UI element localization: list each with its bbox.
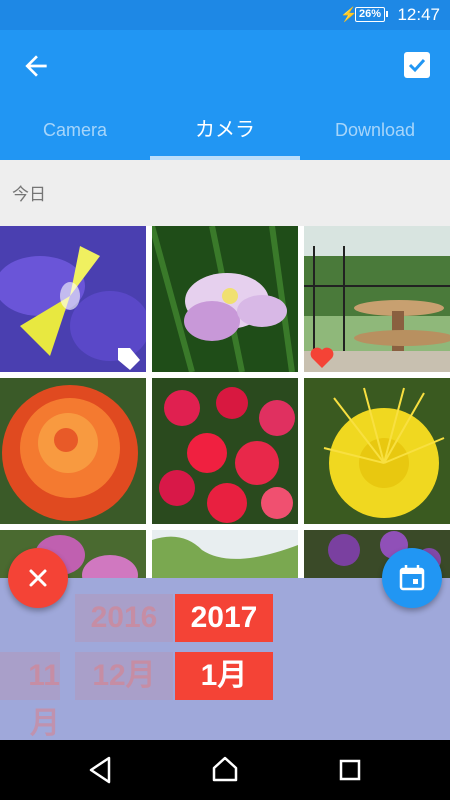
album-tabs: Camera カメラ Download: [0, 100, 450, 160]
month-option-december[interactable]: 12月: [75, 652, 173, 700]
app-bar: Camera カメラ Download: [0, 30, 450, 160]
tab-download[interactable]: Download: [300, 100, 450, 160]
calendar-button[interactable]: [382, 548, 442, 608]
checkbox-checked-icon[interactable]: [404, 52, 430, 78]
nav-home-icon[interactable]: [208, 754, 242, 786]
close-button[interactable]: [8, 548, 68, 608]
tab-camera-jp[interactable]: カメラ: [150, 100, 300, 160]
calendar-icon: [399, 565, 425, 591]
month-option-november[interactable]: 11月: [0, 652, 60, 740]
photo-thumbnail[interactable]: [152, 226, 298, 372]
close-icon: [29, 569, 47, 587]
photo-thumbnail[interactable]: [304, 378, 450, 524]
date-label: 今日: [12, 185, 46, 204]
nav-recents-icon[interactable]: [333, 754, 367, 786]
status-bar: ⚡ 26% 12:47: [0, 0, 450, 30]
photo-thumbnail[interactable]: [0, 378, 146, 524]
month-option-january[interactable]: 1月: [175, 652, 273, 700]
clock: 12:47: [397, 5, 440, 24]
photo-thumbnail[interactable]: [152, 378, 298, 524]
date-section-header: 今日: [0, 160, 450, 222]
photo-thumbnail[interactable]: [0, 226, 146, 372]
tab-camera[interactable]: Camera: [0, 100, 150, 160]
year-option-2017[interactable]: 2017: [175, 594, 273, 642]
photo-thumbnail[interactable]: [304, 226, 450, 372]
photo-thumbnail[interactable]: [152, 530, 298, 578]
photo-grid: [0, 226, 450, 578]
system-nav-bar: [0, 740, 450, 800]
arrow-left-icon[interactable]: [20, 50, 52, 82]
nav-back-icon[interactable]: [83, 754, 117, 786]
battery-indicator: 26%: [355, 7, 388, 22]
year-option-2016[interactable]: 2016: [75, 594, 173, 642]
